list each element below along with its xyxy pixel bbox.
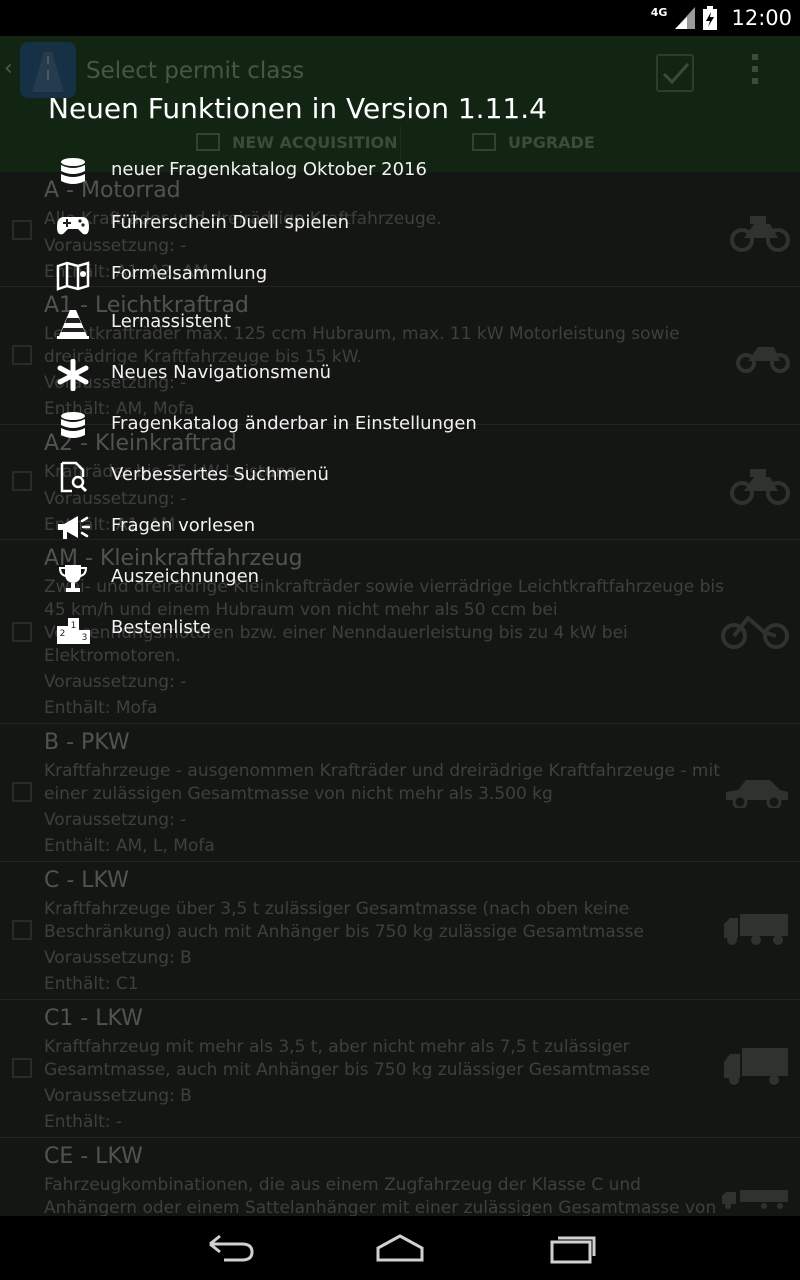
feature-label: Formelsammlung	[111, 263, 268, 284]
traffic-cone-icon	[57, 310, 89, 339]
svg-text:1: 1	[71, 621, 77, 631]
map-book-icon	[56, 261, 90, 291]
document-search-icon	[60, 461, 88, 493]
whats-new-title: Neuen Funktionen in Version 1.11.4	[48, 92, 547, 125]
megaphone-icon	[58, 516, 90, 539]
feature-label: Auszeichnungen	[111, 566, 260, 587]
feature-label: Bestenliste	[111, 617, 211, 638]
feature-label: Führerschein Duell spielen	[111, 212, 349, 233]
database-icon	[61, 412, 85, 438]
database-icon	[61, 158, 85, 184]
back-icon[interactable]	[204, 1230, 256, 1266]
feature-label: Neues Navigationsmenü	[111, 362, 332, 383]
feature-label: Fragenkatalog änderbar in Einstellungen	[111, 413, 477, 434]
navigation-bar	[0, 1216, 800, 1280]
svg-text:3: 3	[82, 633, 88, 643]
feature-label: neuer Fragenkatalog Oktober 2016	[111, 159, 427, 180]
clock: 12:00	[731, 6, 792, 30]
feature-label: Lernassistent	[111, 311, 232, 332]
feature-label: Fragen vorlesen	[111, 515, 256, 536]
asterisk-icon	[57, 359, 89, 391]
recent-apps-icon[interactable]	[548, 1230, 600, 1266]
gamepad-icon	[57, 217, 89, 235]
status-bar: 4G 12:00	[0, 0, 800, 36]
feature-label: Verbessertes Suchmenü	[111, 464, 329, 485]
trophy-icon	[58, 565, 88, 592]
network-type-label: 4G	[650, 5, 668, 19]
battery-icon	[703, 6, 718, 30]
svg-text:2: 2	[60, 629, 66, 639]
signal-icon	[675, 7, 696, 29]
podium-icon: 12 3	[57, 618, 90, 644]
home-icon[interactable]	[374, 1230, 426, 1266]
